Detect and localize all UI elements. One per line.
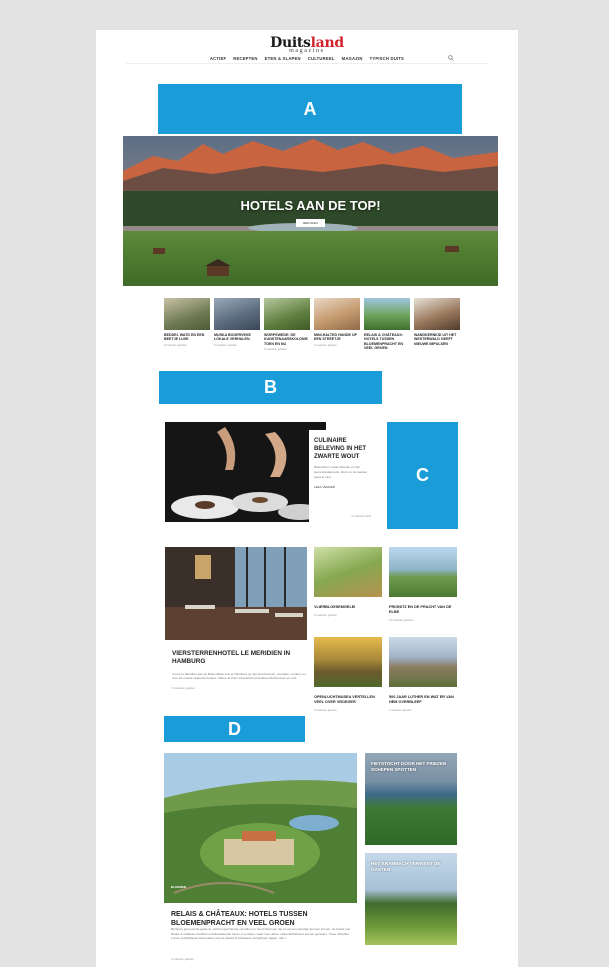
section-label-a: A — [158, 84, 462, 134]
read-more-link[interactable]: LEES VERDER — [314, 485, 370, 489]
article-title: PRIGNITZ EN DE PRACHT VAN DE ELBE — [389, 605, 452, 614]
article-date: 8 maanden geleden — [314, 613, 337, 617]
article-date: 8 maanden geleden — [172, 686, 195, 690]
nav-item-typisch-duits[interactable]: TYPISCH DUITS — [370, 56, 404, 61]
elderflower-image — [314, 547, 382, 597]
article-excerpt: In het Le Meridien aan de Buitenalster k… — [172, 671, 307, 681]
featured-article-card[interactable]: CULINAIRE BELEVING IN HET ZWARTE WOUT Ba… — [309, 430, 375, 524]
section-label-c: C — [387, 422, 458, 529]
thumb-date: 9 maanden geleden — [314, 343, 337, 347]
article-date: 9 maanden geleden — [389, 708, 412, 712]
hotel-interior-image — [165, 547, 307, 640]
article-thumb[interactable]: BEDDEL WATD EN EEN BEETJE LUXE 8 maanden… — [164, 298, 210, 353]
article-title: VIERSTERRENHOTEL LE MERIDIEN IN HAMBURG — [172, 650, 291, 666]
thumb-title: WORPSWEDE: DE KUNSTENAARSKOLONIE TOEN EN… — [264, 333, 308, 346]
castle-image — [389, 637, 457, 687]
article-date: 10 maanden geleden — [389, 618, 414, 622]
thumb-title: MINI-HALTED HUNDE OP EEN STEEETJE — [314, 333, 357, 342]
nav-item-recepten[interactable]: RECEPTEN — [233, 56, 257, 61]
side-article-card[interactable]: HET KRAMBACH VERWENT DE GASTEN — [365, 853, 457, 945]
article-excerpt: Bij Spa's gerenomde gastens, perfect ges… — [171, 927, 351, 941]
article-thumb[interactable]: MUSKA BOGERVEKE LOKALE VERHALEN 8 maande… — [214, 298, 260, 353]
thumb-image — [214, 298, 260, 330]
nav-divider — [126, 63, 488, 64]
thumb-date: 8 maanden geleden — [214, 343, 237, 347]
thumb-image — [264, 298, 310, 330]
side-article-card[interactable]: FIETSTOCHT DOOR HET FRIEZEN SCHEPEN SPOT… — [365, 753, 457, 845]
nav-item-actief[interactable]: ACTIEF — [210, 56, 226, 61]
article-thumb[interactable]: WANDKERNKID UIT HET WESTERWALD GEEFT NIE… — [414, 298, 460, 353]
article-thumb-row: BEDDEL WATD EN EEN BEETJE LUXE 8 maanden… — [164, 298, 460, 353]
featured-image[interactable] — [165, 422, 326, 522]
thumb-image — [164, 298, 210, 330]
thumb-title: WANDKERNKID UIT HET WESTERWALD GEEFT NIE… — [414, 333, 457, 346]
article-card-large[interactable]: VIERSTERRENHOTEL LE MERIDIEN IN HAMBURG … — [165, 547, 307, 690]
article-title: 500 JAAR LUTHER EN WAT ER VAN HEM OVERBL… — [389, 695, 454, 704]
hero-banner[interactable]: HOTELS AAN DE TOP! BEKIJKEN — [123, 136, 498, 286]
article-thumb[interactable]: RELAIS & CHÂTEAUX: HOTELS TUSSEN BLOEMEN… — [364, 298, 410, 353]
side-article-title: HET KRAMBACH VERWENT DE GASTEN — [371, 861, 441, 873]
thumb-image — [414, 298, 460, 330]
main-nav: ACTIEF RECEPTEN ETEN & SLAPEN CULTUREEL … — [96, 56, 518, 61]
article-card-small[interactable]: OPENLUCHTMUSEA VERTELLEN VEEL OVER VROEG… — [314, 637, 382, 712]
section-label-d: D — [164, 716, 305, 742]
article-thumb[interactable]: WORPSWEDE: DE KUNSTENAARSKOLONIE TOEN EN… — [264, 298, 310, 353]
article-card-small[interactable]: PRIGNITZ EN DE PRACHT VAN DE ELBE 10 maa… — [389, 547, 457, 622]
article-date: 8 maanden geleden — [314, 708, 337, 712]
thumb-image — [364, 298, 410, 330]
thumb-title: RELAIS & CHÂTEAUX: HOTELS TUSSEN BLOEMEN… — [364, 333, 403, 351]
article-title: VLIERBLOESEMGELEI — [314, 605, 356, 609]
article-title: OPENLUCHTMUSEA VERTELLEN VEEL OVER VROEG… — [314, 695, 375, 704]
site-logo[interactable]: Duitsland magazine — [96, 35, 518, 54]
palace-garden-image[interactable] — [164, 753, 357, 903]
section-label-b: B — [159, 371, 382, 404]
thumb-date: 8 maanden geleden — [164, 343, 187, 347]
category-tag[interactable]: BLOEMEN — [171, 885, 186, 889]
nav-item-magazin[interactable]: MAGAZIN — [342, 56, 363, 61]
thumb-title: MUSKA BOGERVEKE LOKALE VERHALEN — [214, 333, 251, 342]
thumb-image — [314, 298, 360, 330]
side-article-title: FIETSTOCHT DOOR HET FRIEZEN SCHEPEN SPOT… — [371, 761, 447, 773]
nav-item-cultureel[interactable]: CULTUREEL — [308, 56, 335, 61]
article-thumb[interactable]: MINI-HALTED HUNDE OP EEN STEEETJE 9 maan… — [314, 298, 360, 353]
article-title[interactable]: RELAIS & CHÂTEAUX: HOTELS TUSSEN BLOEMEN… — [171, 910, 351, 928]
search-icon[interactable] — [448, 55, 454, 63]
thumb-title: BEDDEL WATD EN EEN BEETJE LUXE — [164, 333, 205, 342]
nav-item-eten-slapen[interactable]: ETEN & SLAPEN — [265, 56, 301, 61]
thumb-date: 9 maanden geleden — [264, 348, 287, 352]
openair-museum-image — [314, 637, 382, 687]
river-image — [389, 547, 457, 597]
article-date: 9 maanden geleden — [171, 958, 194, 961]
featured-title: CULINAIRE BELEVING IN HET ZWARTE WOUT — [314, 438, 367, 460]
plating-photo — [165, 422, 326, 522]
logo-subtitle: magazine — [289, 48, 325, 54]
featured-date: 5 maanden 2023 — [351, 515, 371, 518]
hero-button[interactable]: BEKIJKEN — [296, 219, 325, 227]
hero-title: HOTELS AAN DE TOP! — [240, 198, 381, 213]
featured-excerpt: Baiersbronn staat bekend om zijn sterren… — [314, 465, 368, 479]
article-card-small[interactable]: 500 JAAR LUTHER EN WAT ER VAN HEM OVERBL… — [389, 637, 457, 712]
article-card-small[interactable]: VLIERBLOESEMGELEI 8 maanden geleden — [314, 547, 382, 617]
